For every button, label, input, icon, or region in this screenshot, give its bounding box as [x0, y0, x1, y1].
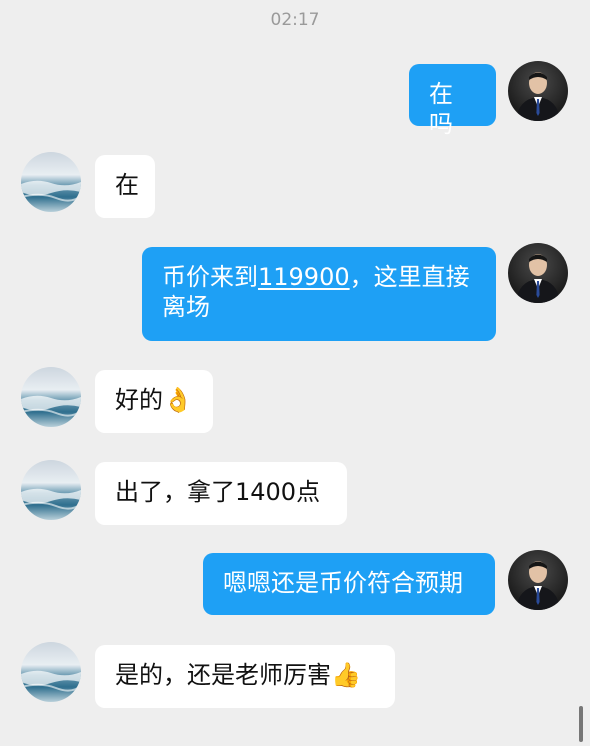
message-text: 在吗: [429, 80, 453, 138]
incoming-message-bubble[interactable]: 是的，还是老师厉害👍: [95, 645, 395, 708]
message-text: 币价来到: [162, 263, 258, 291]
outgoing-message-bubble[interactable]: 在吗: [409, 64, 496, 138]
message-text: 出了，拿了1400点: [115, 478, 321, 506]
incoming-message-bubble[interactable]: 出了，拿了1400点: [95, 462, 347, 525]
ocean-wave-icon: [21, 670, 81, 692]
incoming-message-bubble[interactable]: 好的👌: [95, 370, 213, 433]
message-line: 离场: [162, 293, 210, 321]
mentor-avatar[interactable]: [508, 243, 568, 303]
friend-avatar[interactable]: [21, 642, 81, 702]
ok-hand-emoji-icon: 👌: [163, 386, 193, 414]
chat-screen: 02:17 在吗 在 币价来到119900，这里直接 离场 好的👌 出了，拿了1…: [0, 0, 590, 746]
message-line: 币价来到119900，这里直接: [162, 262, 476, 292]
thumbs-up-emoji-icon: 👍: [331, 661, 361, 689]
scrollbar[interactable]: [579, 706, 583, 742]
outgoing-message-bubble[interactable]: 嗯嗯还是币价符合预期: [203, 553, 495, 615]
man-in-suit-icon: [516, 254, 560, 303]
man-in-suit-icon: [516, 72, 560, 121]
message-text: 嗯嗯还是币价符合预期: [223, 569, 463, 597]
mentor-avatar[interactable]: [508, 61, 568, 121]
incoming-message-bubble[interactable]: 在: [95, 155, 155, 218]
mentor-avatar[interactable]: [508, 550, 568, 610]
friend-avatar[interactable]: [21, 367, 81, 427]
price-link[interactable]: 119900: [258, 263, 350, 291]
outgoing-message-bubble[interactable]: 币价来到119900，这里直接 离场: [142, 247, 496, 341]
message-text: 是的，还是老师厉害: [115, 661, 331, 689]
message-text: 在: [115, 171, 139, 199]
timestamp: 02:17: [270, 10, 320, 30]
friend-avatar[interactable]: [21, 460, 81, 520]
man-in-suit-icon: [516, 561, 560, 610]
ocean-wave-icon: [21, 180, 81, 202]
ocean-wave-icon: [21, 488, 81, 510]
message-text: 好的: [115, 386, 163, 414]
friend-avatar[interactable]: [21, 152, 81, 212]
ocean-wave-icon: [21, 395, 81, 417]
message-text: ，这里直接: [349, 263, 470, 291]
